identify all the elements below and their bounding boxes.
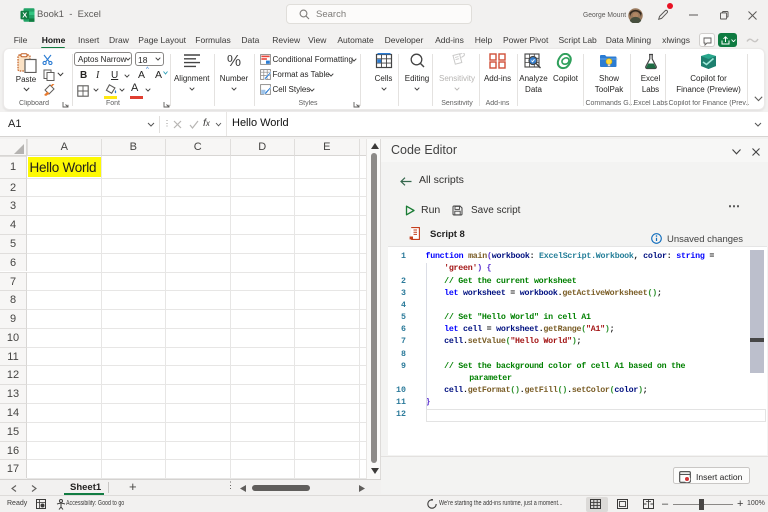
svg-text:X: X <box>22 11 27 20</box>
svg-text:%: % <box>227 53 241 69</box>
